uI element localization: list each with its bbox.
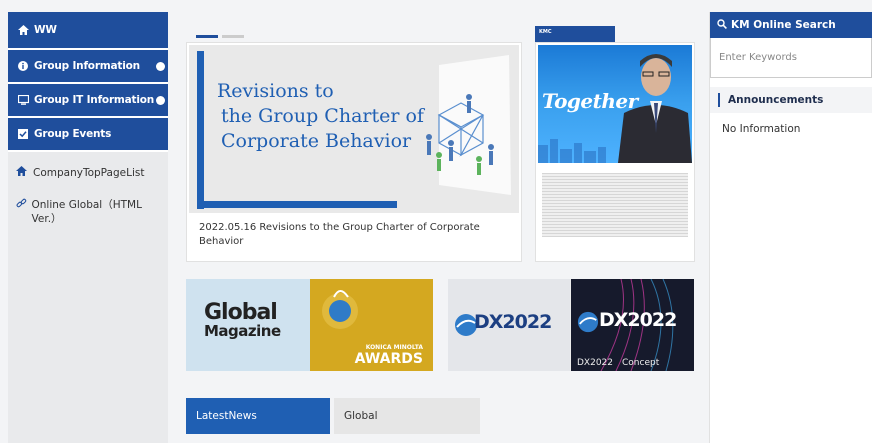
promo-photo[interactable]: Together: [538, 45, 692, 163]
nav-item-ww[interactable]: WW: [8, 12, 168, 50]
people-cube-illustration: [426, 55, 511, 195]
hero-caption-link[interactable]: 2022.05.16 Revisions to the Group Charte…: [199, 221, 499, 249]
global-magazine-title: Global: [204, 300, 278, 325]
nav-item-label: Group Events: [34, 128, 112, 140]
search-panel-title: KM Online Search: [731, 19, 836, 31]
expand-dot-icon[interactable]: [156, 96, 165, 105]
dx-globe-icon: [577, 311, 599, 333]
section-marker: [718, 92, 720, 107]
search-input[interactable]: [710, 38, 872, 78]
slide-indicator-1[interactable]: [196, 35, 218, 38]
nav-link-online-global[interactable]: Online Global（HTML Ver.）: [8, 186, 168, 232]
banner-accent-bar: [197, 51, 204, 209]
nav-item-group-information[interactable]: Group Information: [8, 50, 168, 84]
dx2022-title: DX2022: [599, 309, 677, 331]
nav-item-label: Group IT Information: [34, 94, 155, 106]
promo-card-header: KMC: [535, 26, 615, 42]
awards-brand-text: KONICA MINOLTA: [365, 344, 423, 351]
awards-banner[interactable]: KONICA MINOLTA AWARDS: [310, 279, 433, 371]
slide-indicator-2[interactable]: [222, 35, 244, 38]
global-magazine-logo: Global Magazine: [204, 300, 281, 341]
announcements-header: Announcements: [710, 87, 872, 113]
dx2022-banner-left[interactable]: DX2022: [448, 279, 570, 371]
tab-latest-news[interactable]: LatestNews: [186, 398, 330, 434]
slider-indicators: [196, 35, 244, 38]
tab-global[interactable]: Global: [334, 398, 480, 434]
announcements-empty-message: No Information: [722, 123, 801, 135]
nav-item-label: Group Information: [34, 60, 140, 72]
nav-item-label: WW: [34, 24, 57, 36]
nav-item-group-events[interactable]: Group Events: [8, 118, 168, 152]
global-magazine-banner[interactable]: Global Magazine KONICA MINOLTA AWARDS: [186, 279, 433, 371]
hero-title-line: Corporate Behavior: [221, 130, 412, 152]
nav-item-group-it-information[interactable]: Group IT Information: [8, 84, 168, 118]
hero-banner-image[interactable]: Revisions to the Group Charter of Corpor…: [189, 45, 519, 213]
banner-accent-bar: [197, 201, 397, 208]
dx2022-banner[interactable]: DX2022 DX2022 DX2022 Concept: [448, 279, 694, 371]
nav-link-company-top-page-list[interactable]: CompanyTopPageList: [8, 152, 168, 186]
left-sidebar: WW Group Information Group IT Informatio…: [8, 12, 168, 443]
monitor-icon: [16, 95, 30, 105]
info-icon: [16, 61, 30, 71]
hero-title-line: the Group Charter of: [221, 105, 424, 127]
announcements-title: Announcements: [728, 93, 824, 106]
person-portrait: [618, 54, 692, 163]
nav-link-label: CompanyTopPageList: [33, 167, 145, 179]
promo-card[interactable]: Together: [535, 42, 695, 262]
dx2022-concept-banner[interactable]: DX2022 DX2022 Concept: [571, 279, 694, 371]
hero-title-line: Revisions to: [217, 80, 334, 102]
dx2022-title: DX2022: [474, 311, 552, 333]
hero-banner-title: Revisions to the Group Charter of Corpor…: [217, 79, 427, 154]
home-icon: [16, 25, 30, 35]
link-icon: [16, 198, 29, 213]
promo-text-placeholder: [542, 173, 688, 237]
dx2022-concept-caption: DX2022 Concept: [577, 358, 660, 368]
hero-slide[interactable]: Revisions to the Group Charter of Corpor…: [186, 42, 522, 262]
global-magazine-title: Magazine: [204, 322, 281, 340]
search-icon: [717, 18, 727, 32]
nav-link-label: Online Global（HTML Ver.）: [31, 199, 142, 225]
awards-emblem-icon: [322, 290, 358, 329]
search-panel-header: KM Online Search: [710, 12, 872, 38]
right-column: KM Online Search Announcements No Inform…: [709, 12, 872, 443]
checkbox-icon: [16, 129, 30, 139]
home-icon: [16, 166, 30, 180]
news-tabs: LatestNews Global: [186, 398, 480, 434]
expand-dot-icon[interactable]: [156, 62, 165, 71]
awards-label: AWARDS: [354, 351, 423, 367]
